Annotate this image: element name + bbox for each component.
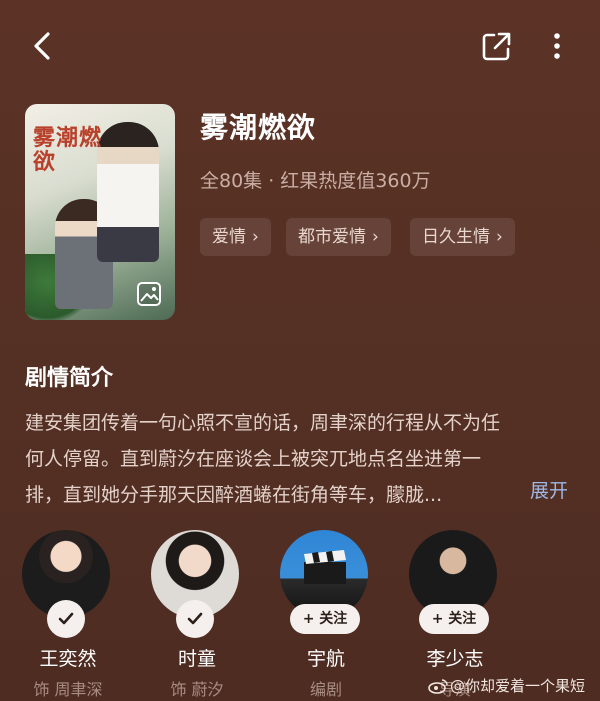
back-button[interactable] (26, 28, 62, 64)
followed-badge[interactable] (176, 600, 214, 638)
image-gallery-icon[interactable] (135, 280, 163, 308)
tag-romance[interactable]: 爱情 › (200, 218, 271, 256)
cast-name: 时童 (177, 648, 216, 670)
more-vertical-icon (554, 33, 560, 59)
chevron-left-icon (34, 32, 50, 60)
synopsis-text: 建安集团传着一句心照不宣的话，周聿深的行程从不为任 何人停留。直到蔚汐在座谈会上… (25, 405, 575, 513)
chevron-right-icon: › (252, 227, 259, 247)
synopsis-line: 建安集团传着一句心照不宣的话，周聿深的行程从不为任 (25, 412, 501, 434)
watermark: @你却爱着一个果短 (428, 675, 585, 696)
followed-badge[interactable] (47, 600, 85, 638)
show-poster[interactable]: 雾潮燃欲 (25, 104, 175, 320)
clapperboard-icon (304, 550, 346, 584)
synopsis-heading: 剧情简介 (25, 366, 114, 391)
tag-urban-romance[interactable]: 都市爱情 › (286, 218, 391, 256)
watermark-text: @你却爱着一个果短 (450, 677, 586, 695)
check-icon (58, 612, 74, 625)
cast-name: 王奕然 (39, 648, 97, 670)
cast-name: 宇航 (306, 648, 345, 670)
share-icon (482, 32, 511, 61)
chevron-right-icon: › (372, 227, 379, 247)
tag-slow-burn[interactable]: 日久生情 › (410, 218, 515, 256)
show-title: 雾潮燃欲 (200, 111, 317, 144)
weibo-icon (428, 678, 448, 694)
synopsis-line: 排，直到她分手那天因醉酒蜷在街角等车，朦胧... (25, 484, 443, 506)
cast-role: 编剧 (309, 680, 342, 699)
cast-role: 饰 周聿深 (33, 680, 103, 699)
cast-name: 李少志 (426, 648, 484, 670)
tag-label: 日久生情 (422, 227, 490, 247)
follow-button[interactable]: + 关注 (290, 604, 360, 634)
expand-synopsis-link[interactable]: 展开 (530, 476, 568, 503)
share-button[interactable] (478, 28, 514, 64)
tag-label: 爱情 (212, 227, 246, 247)
more-options-button[interactable] (542, 28, 572, 64)
follow-button[interactable]: + 关注 (419, 604, 489, 634)
top-bar (0, 0, 600, 90)
synopsis-line: 何人停留。直到蔚汐在座谈会上被突兀地点名坐进第一 (25, 448, 482, 470)
cast-role: 饰 蔚汐 (170, 680, 224, 699)
tag-label: 都市爱情 (298, 227, 366, 247)
poster-title-art: 雾潮燃欲 (33, 125, 103, 175)
chevron-right-icon: › (496, 227, 503, 247)
show-meta: 全80集 · 红果热度值360万 (200, 170, 431, 192)
check-icon (187, 612, 203, 625)
